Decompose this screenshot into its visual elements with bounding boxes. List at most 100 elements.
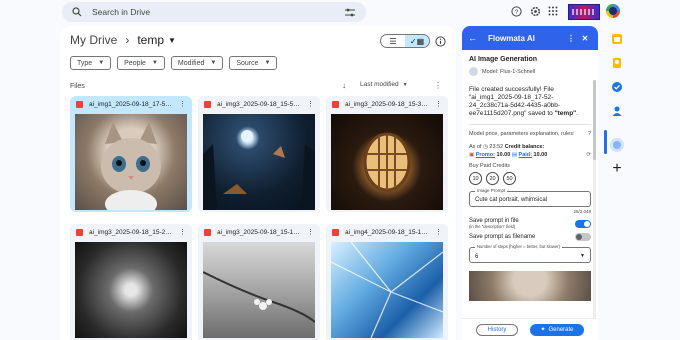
chevron-down-icon: ▼: [264, 60, 271, 66]
refresh-icon[interactable]: ⟳: [586, 151, 591, 159]
chevron-down-icon: ▼: [402, 81, 408, 88]
panel-footer: History ✦ Generate: [462, 318, 598, 340]
buy-20-button[interactable]: 20: [486, 172, 499, 185]
generate-button[interactable]: ✦ Generate: [530, 323, 584, 336]
prompt-label: Image Prompt: [475, 188, 508, 193]
file-thumbnail: [331, 242, 443, 338]
more-options-icon[interactable]: ⋮: [434, 81, 442, 90]
price-text: Model price, parameters explanation, rul…: [469, 131, 575, 137]
save-prompt-sub: (in the "description" field): [469, 224, 516, 229]
generated-image-preview: [469, 271, 591, 301]
model-info: Model: Flux-1-Schnell: [469, 67, 591, 76]
filter-source-label: Source: [236, 59, 259, 67]
breadcrumb-root[interactable]: My Drive: [70, 33, 117, 47]
file-thumbnail: [331, 114, 443, 210]
steps-value: 6: [475, 254, 479, 260]
contacts-icon[interactable]: [610, 104, 624, 118]
file-card[interactable]: ai_img3_2025-09-18_15-1… ⋮: [198, 224, 320, 340]
info-icon[interactable]: [434, 35, 446, 47]
breadcrumb: My Drive › temp ▼: [70, 33, 176, 47]
top-bar: Search in Drive ?: [0, 0, 680, 26]
search-options-icon[interactable]: [344, 6, 356, 18]
buy-50-button[interactable]: 50: [503, 172, 516, 185]
help-icon[interactable]: ?: [588, 131, 591, 137]
history-button[interactable]: History: [476, 323, 518, 336]
file-thumbnail: [203, 114, 315, 210]
success-message: File created successfully! File "ai_img1…: [469, 86, 579, 117]
files-heading: Files: [70, 83, 85, 90]
prompt-value[interactable]: Cute cat portrait, whimsical: [475, 197, 547, 203]
apps-icon[interactable]: [547, 5, 559, 17]
more-options-icon[interactable]: ⋮: [179, 100, 186, 108]
more-options-icon[interactable]: ⋮: [564, 34, 578, 43]
success-text: File created successfully! File "ai_img1…: [469, 86, 561, 117]
tasks-icon[interactable]: [610, 80, 624, 94]
account-avatar[interactable]: [606, 4, 620, 18]
clock-icon: ◷: [483, 144, 488, 150]
filter-modified[interactable]: Modified ▼: [170, 56, 224, 70]
image-file-icon: [204, 100, 211, 108]
search-icon[interactable]: [70, 5, 84, 19]
more-options-icon[interactable]: ⋮: [307, 100, 314, 108]
panel-scrollbar[interactable]: [593, 80, 596, 320]
filter-type[interactable]: Type ▼: [70, 56, 112, 70]
search-box[interactable]: Search in Drive: [62, 2, 366, 22]
search-input[interactable]: Search in Drive: [92, 7, 344, 17]
more-options-icon[interactable]: ⋮: [179, 228, 186, 236]
file-thumbnail: [75, 242, 187, 338]
back-arrow-icon[interactable]: ←: [468, 33, 480, 43]
close-icon[interactable]: ✕: [578, 34, 592, 43]
promo-value: 10.00: [496, 152, 511, 158]
breadcrumb-current[interactable]: temp: [137, 33, 164, 47]
caret-down-icon: ▼: [580, 253, 585, 259]
file-card[interactable]: ai_img3_2025-09-18_15-3… ⋮: [326, 96, 448, 212]
sort-direction-icon[interactable]: ↓: [342, 81, 346, 90]
promo-label[interactable]: Promo:: [476, 152, 495, 158]
assistant-panel: ← Flowmata AI ⋮ ✕ AI Image Generation Mo…: [462, 26, 598, 340]
filter-source[interactable]: Source ▼: [229, 56, 278, 70]
more-options-icon[interactable]: ⋮: [435, 228, 442, 236]
file-card[interactable]: ai_img3_2025-09-18_15-5… ⋮: [198, 96, 320, 212]
divider: [469, 124, 591, 125]
file-card[interactable]: ai_img3_2025-09-18_15-2… ⋮: [70, 224, 192, 340]
file-card[interactable]: ai_img1_2025-09-18_17-5… ⋮: [70, 96, 192, 212]
list-view-icon[interactable]: ☰: [381, 35, 405, 47]
file-name: ai_img3_2025-09-18_15-3…: [345, 100, 428, 108]
image-prompt-field[interactable]: Image Prompt Cute cat portrait, whimsica…: [469, 188, 591, 207]
filter-bar: Type ▼ People ▼ Modified ▼ Source ▼: [70, 56, 278, 70]
settings-icon[interactable]: [529, 5, 541, 17]
sort-control[interactable]: ↓ Last modified ▼: [342, 81, 408, 90]
paid-label[interactable]: Paid:: [519, 152, 532, 158]
grid-view-icon[interactable]: ✓▦: [405, 35, 429, 47]
filter-people[interactable]: People ▼: [117, 56, 165, 70]
file-card[interactable]: ai_img4_2025-09-18_15-1… ⋮: [326, 224, 448, 340]
calendar-icon[interactable]: [610, 32, 624, 46]
caret-down-icon[interactable]: ▼: [168, 36, 176, 45]
svg-text:?: ?: [514, 8, 518, 15]
help-icon[interactable]: ?: [510, 5, 522, 17]
filter-modified-label: Modified: [177, 59, 205, 67]
file-name: ai_img3_2025-09-18_15-1…: [217, 228, 300, 236]
buy-10-button[interactable]: 10: [469, 172, 482, 185]
save-prompt-toggle[interactable]: [575, 219, 591, 228]
save-filename-toggle[interactable]: [575, 233, 591, 241]
organization-logo[interactable]: [568, 4, 600, 20]
panel-body: AI Image Generation Model: Flux-1-Schnel…: [462, 50, 598, 340]
file-name: ai_img4_2025-09-18_15-1…: [345, 228, 428, 236]
credit-time: 23:52: [489, 144, 504, 150]
steps-select[interactable]: Number of steps (higher = better, but sl…: [469, 244, 591, 263]
success-folder: "temp": [554, 110, 577, 117]
chevron-down-icon: ▼: [98, 60, 105, 66]
section-title: AI Image Generation: [469, 56, 538, 63]
file-name: ai_img3_2025-09-18_15-2…: [89, 228, 172, 236]
save-filename-row: Save prompt as filename: [469, 233, 591, 241]
sort-label[interactable]: Last modified: [360, 81, 399, 88]
breadcrumb-separator: ›: [125, 33, 130, 47]
more-options-icon[interactable]: ⋮: [307, 228, 314, 236]
view-toggle[interactable]: ☰ ✓▦: [380, 34, 430, 48]
flowmata-addon-icon[interactable]: [610, 138, 624, 152]
generate-label: Generate: [548, 326, 574, 333]
more-options-icon[interactable]: ⋮: [435, 100, 442, 108]
add-icon[interactable]: +: [610, 160, 624, 177]
keep-icon[interactable]: [610, 56, 624, 70]
